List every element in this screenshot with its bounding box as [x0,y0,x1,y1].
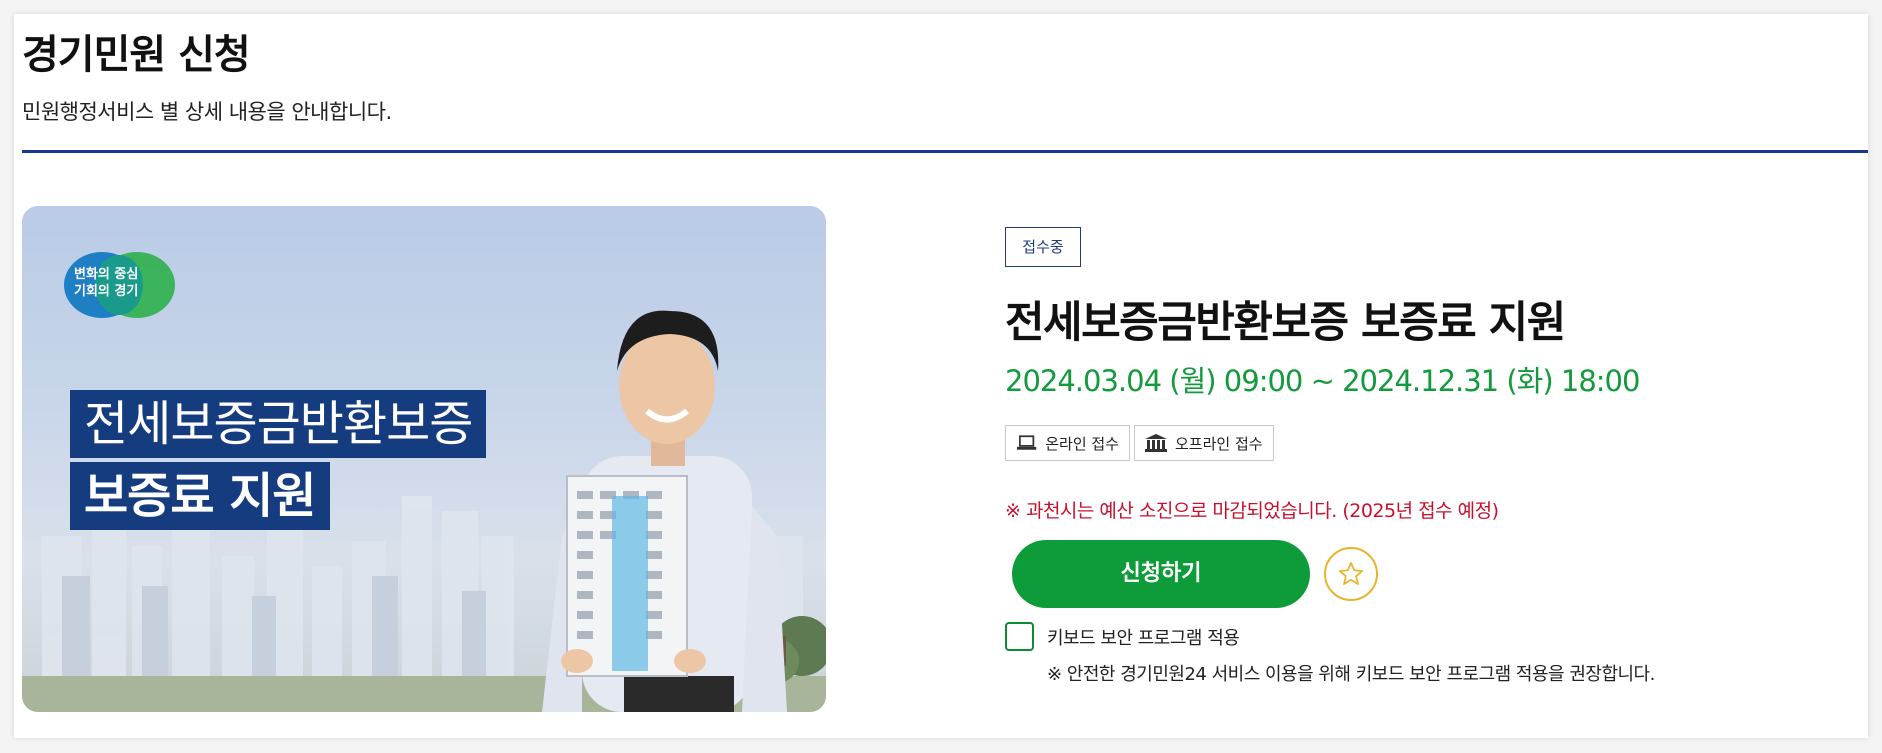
apply-button[interactable]: 신청하기 [1012,540,1310,608]
person-illustration [542,310,787,712]
keyboard-security-note: ※ 안전한 경기민원24 서비스 이용을 위해 키보드 보안 프로그램 적용을 … [1047,664,1655,685]
logo-line-2: 기회의 경기 [74,284,139,299]
building-icon [1145,434,1167,452]
online-receipt-tag: 온라인 접수 [1005,425,1130,461]
keyboard-security-label: 키보드 보안 프로그램 적용 [1047,628,1240,649]
star-icon [1338,562,1364,585]
service-period: 2024.03.04 (월) 09:00 ~ 2024.12.31 (화) 18… [1005,364,1640,398]
status-badge: 접수중 [1005,227,1081,267]
online-receipt-label: 온라인 접수 [1045,434,1119,453]
keyboard-security-checkbox[interactable] [1005,622,1034,651]
service-banner-image: 변화의 중심 기회의 경기 전세보증금반환보증 보증료 지원 [22,206,826,712]
favorite-button[interactable] [1324,547,1378,601]
header-divider [22,150,1868,153]
logo-line-1: 변화의 중심 [74,267,139,282]
page-title: 경기민원 신청 [22,32,251,78]
page-subtitle: 민원행정서비스 별 상세 내용을 안내합니다. [22,100,392,124]
logo-caption: 변화의 중심 기회의 경기 [74,266,164,300]
offline-receipt-tag: 오프라인 접수 [1134,425,1274,461]
banner-headline-line-2: 보증료 지원 [70,462,330,530]
banner-headline-line-1: 전세보증금반환보증 [70,390,487,458]
service-title: 전세보증금반환보증 보증료 지원 [1005,298,1566,348]
offline-receipt-label: 오프라인 접수 [1175,434,1263,453]
budget-notice: ※ 과천시는 예산 소진으로 마감되었습니다. (2025년 접수 예정) [1005,500,1499,522]
laptop-icon [1016,435,1037,450]
